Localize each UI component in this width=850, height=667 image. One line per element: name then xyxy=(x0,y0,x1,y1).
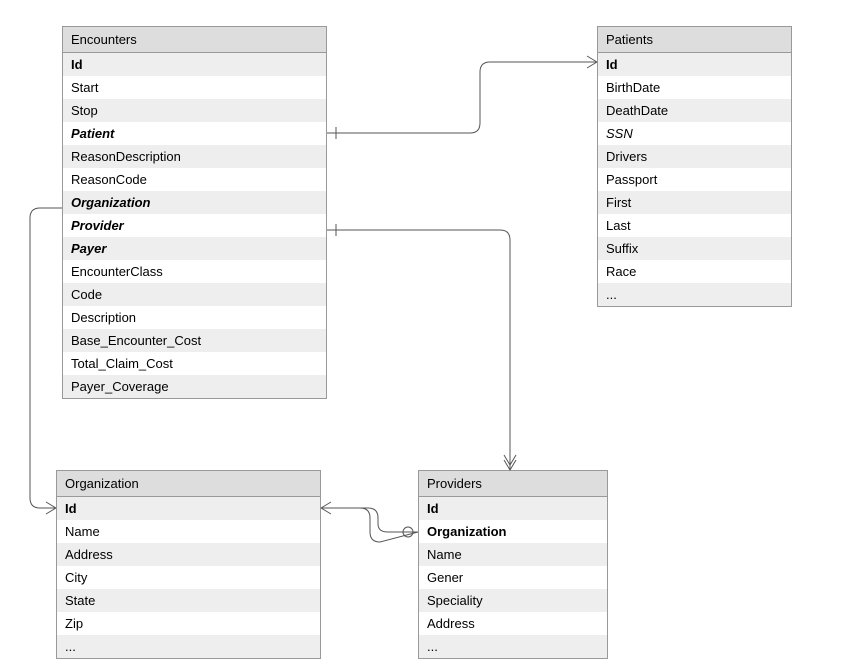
entity-field: Id xyxy=(63,53,326,76)
entity-body: IdNameAddressCityStateZip... xyxy=(57,497,320,658)
entity-patients: Patients IdBirthDateDeathDateSSNDriversP… xyxy=(597,26,792,307)
entity-body: IdBirthDateDeathDateSSNDriversPassportFi… xyxy=(598,53,791,306)
entity-field: ... xyxy=(57,635,320,658)
connector-encounters-patients xyxy=(327,56,597,139)
entity-field: Race xyxy=(598,260,791,283)
entity-field: Address xyxy=(57,543,320,566)
entity-field: Address xyxy=(419,612,607,635)
entity-field: Name xyxy=(419,543,607,566)
entity-field: Organization xyxy=(63,191,326,214)
entity-field: Zip xyxy=(57,612,320,635)
entity-field: Organization xyxy=(419,520,607,543)
entity-title: Encounters xyxy=(63,27,326,53)
entity-field: ReasonCode xyxy=(63,168,326,191)
entity-field: SSN xyxy=(598,122,791,145)
entity-field: Total_Claim_Cost xyxy=(63,352,326,375)
entity-field: Id xyxy=(419,497,607,520)
entity-field: DeathDate xyxy=(598,99,791,122)
entity-field: Payer xyxy=(63,237,326,260)
entity-field: Code xyxy=(63,283,326,306)
entity-field: Last xyxy=(598,214,791,237)
entity-field: Provider xyxy=(63,214,326,237)
entity-field: Stop xyxy=(63,99,326,122)
entity-field: ReasonDescription xyxy=(63,145,326,168)
entity-organization: Organization IdNameAddressCityStateZip..… xyxy=(56,470,321,659)
connector-encounters-providers xyxy=(327,224,516,470)
entity-title: Organization xyxy=(57,471,320,497)
connector-encounters-organization xyxy=(30,208,62,514)
entity-field: Name xyxy=(57,520,320,543)
entity-providers: Providers IdOrganizationNameGenerSpecial… xyxy=(418,470,608,659)
entity-field: Suffix xyxy=(598,237,791,260)
entity-field: Patient xyxy=(63,122,326,145)
entity-field: Speciality xyxy=(419,589,607,612)
entity-body: IdOrganizationNameGenerSpecialityAddress… xyxy=(419,497,607,658)
entity-title: Providers xyxy=(419,471,607,497)
entity-field: City xyxy=(57,566,320,589)
entity-field: Payer_Coverage xyxy=(63,375,326,398)
entity-field: Passport xyxy=(598,168,791,191)
entity-field: First xyxy=(598,191,791,214)
entity-field: Start xyxy=(63,76,326,99)
entity-field: Id xyxy=(57,497,320,520)
entity-field: EncounterClass xyxy=(63,260,326,283)
entity-body: IdStartStopPatientReasonDescriptionReaso… xyxy=(63,53,326,398)
entity-field: Base_Encounter_Cost xyxy=(63,329,326,352)
entity-field: Drivers xyxy=(598,145,791,168)
connector-organization-providers xyxy=(321,502,418,542)
entity-field: ... xyxy=(419,635,607,658)
entity-field: Description xyxy=(63,306,326,329)
entity-field: Gener xyxy=(419,566,607,589)
entity-field: ... xyxy=(598,283,791,306)
entity-field: Id xyxy=(598,53,791,76)
entity-title: Patients xyxy=(598,27,791,53)
entity-field: State xyxy=(57,589,320,612)
entity-encounters: Encounters IdStartStopPatientReasonDescr… xyxy=(62,26,327,399)
entity-field: BirthDate xyxy=(598,76,791,99)
